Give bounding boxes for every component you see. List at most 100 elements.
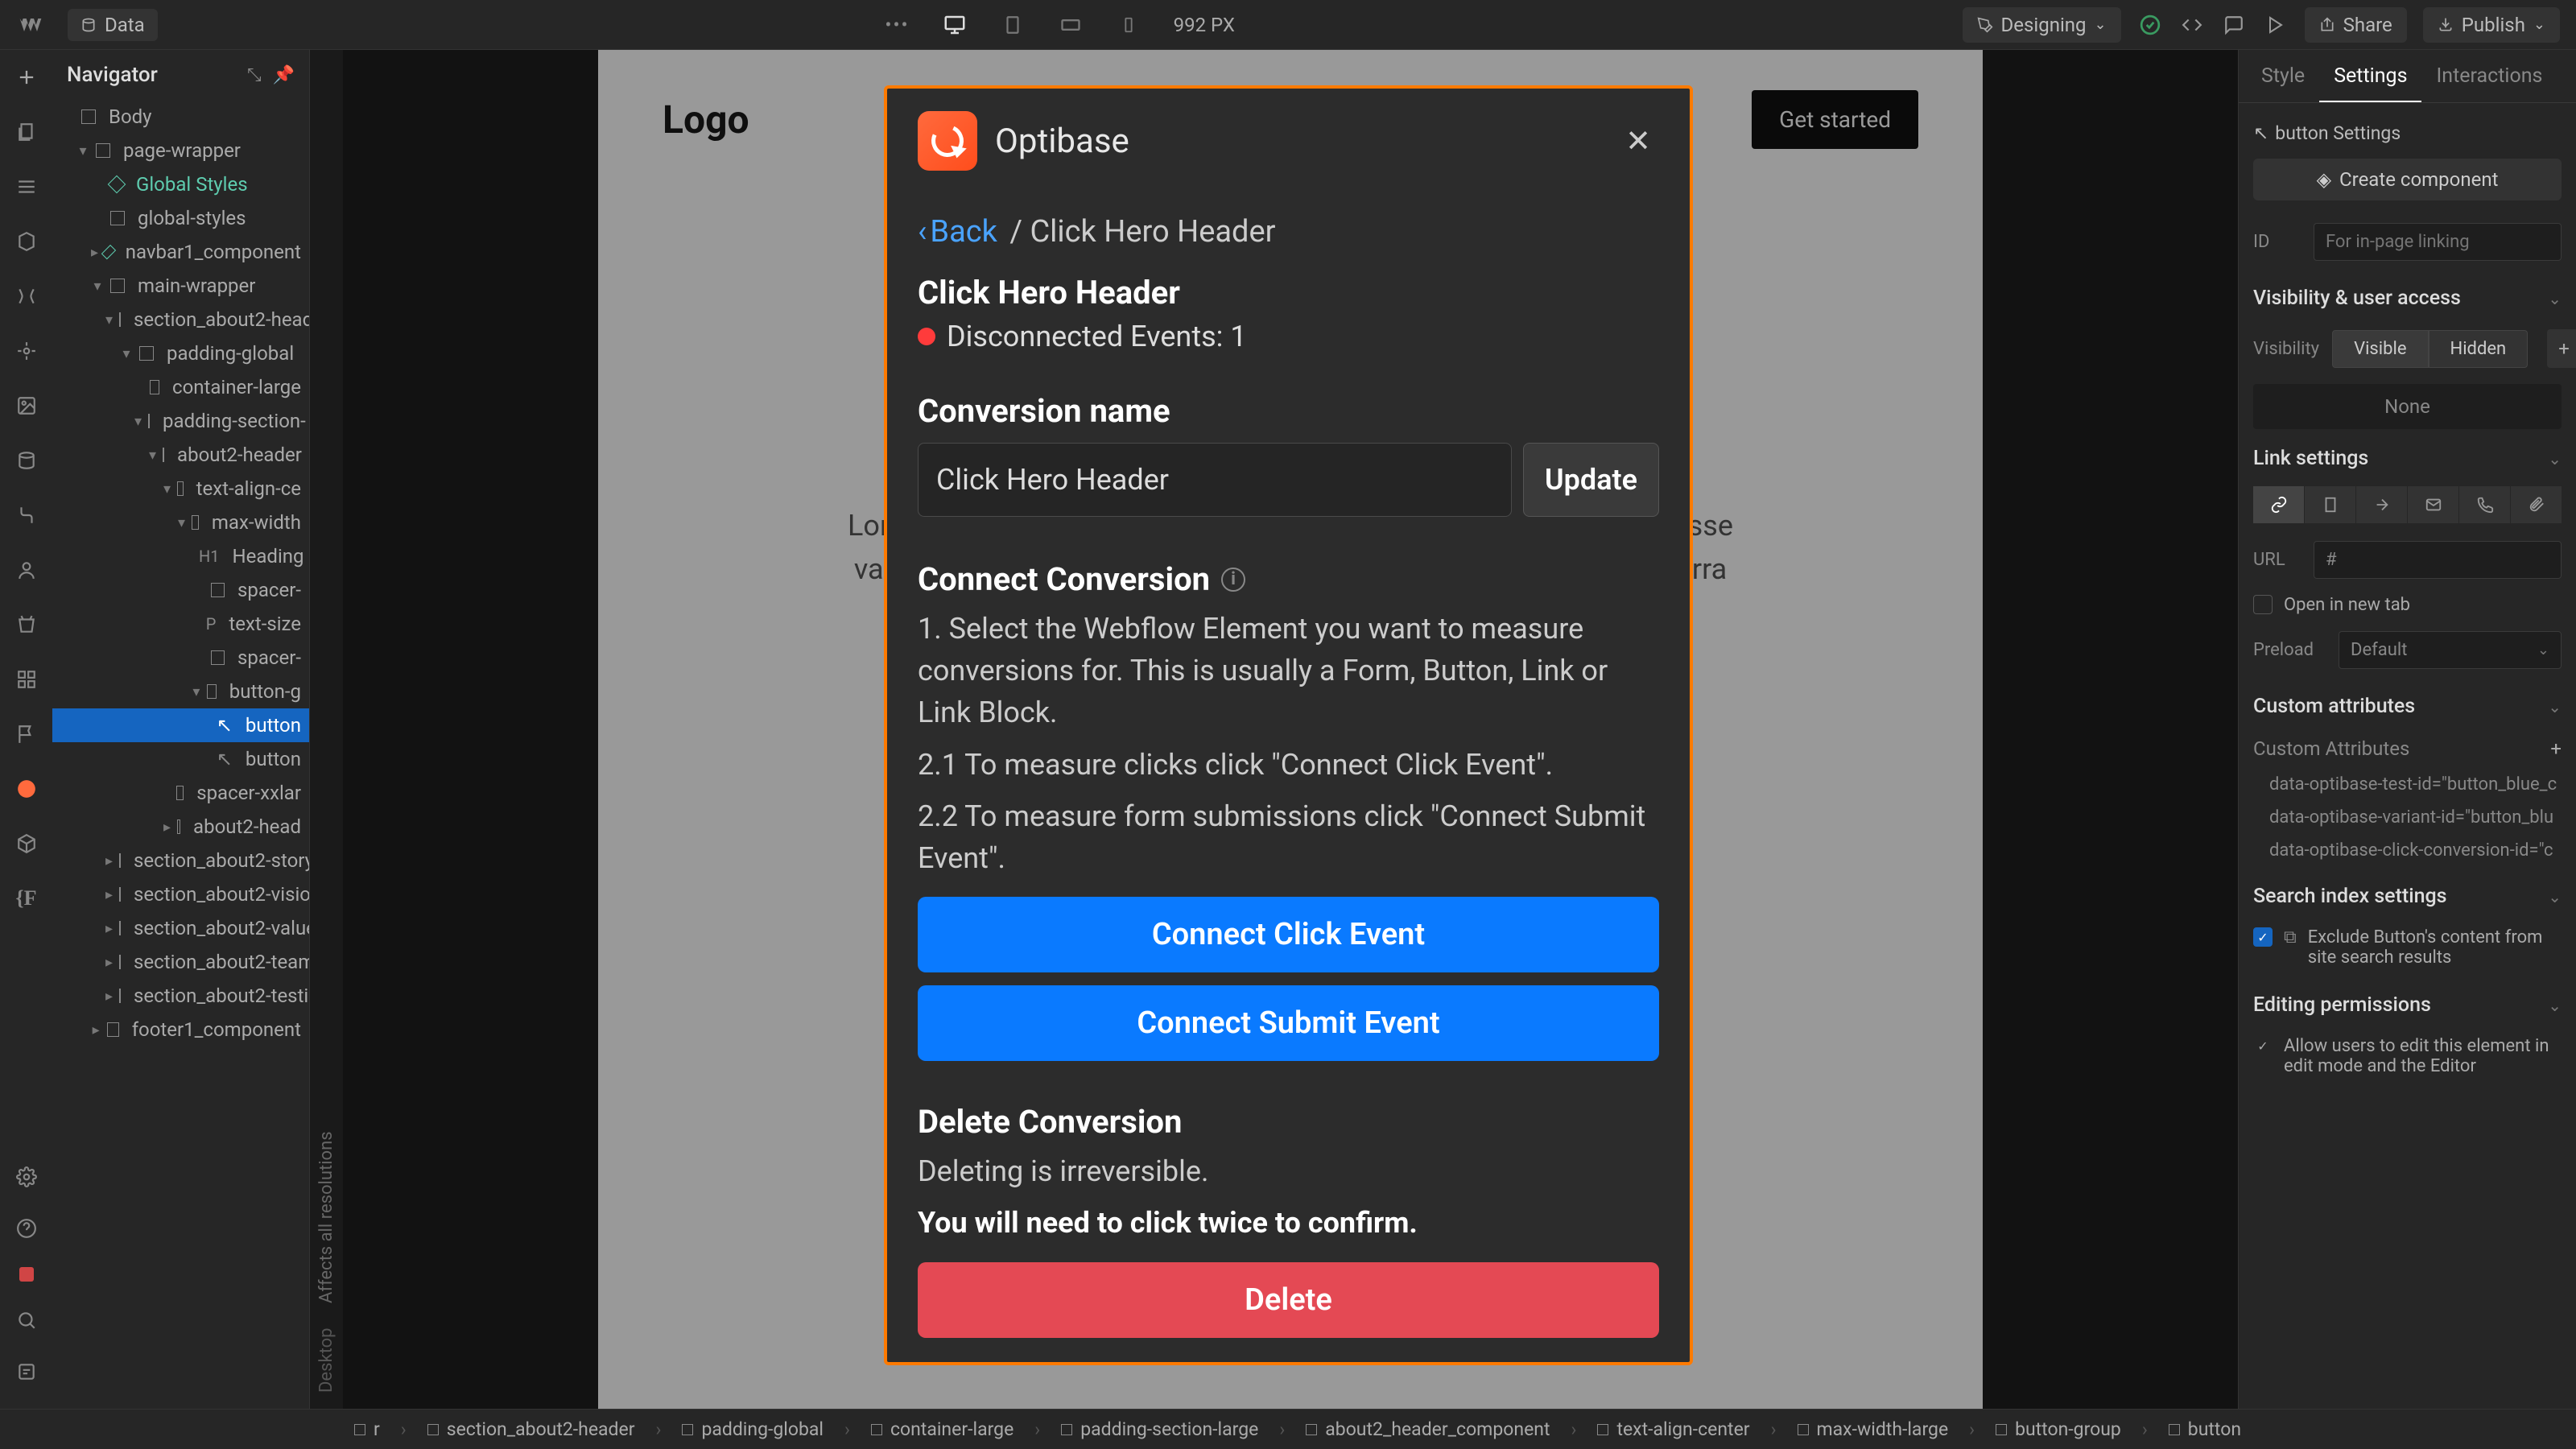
code-icon[interactable] bbox=[2179, 12, 2205, 38]
pages-icon[interactable] bbox=[14, 119, 39, 145]
webflow-logo-icon[interactable] bbox=[16, 10, 45, 39]
conversion-name-input[interactable] bbox=[918, 443, 1512, 517]
breadcrumb-item[interactable]: button-group bbox=[1996, 1418, 2121, 1440]
variables-icon[interactable] bbox=[14, 283, 39, 309]
back-link[interactable]: ‹ Back bbox=[918, 214, 997, 250]
cms-icon[interactable] bbox=[14, 448, 39, 473]
navigator-item[interactable]: ▸about2-head bbox=[52, 810, 309, 844]
navigator-item[interactable]: ▸section_about2-testimo bbox=[52, 979, 309, 1013]
designing-button[interactable]: Designing ⌄ bbox=[1963, 7, 2121, 43]
cube-icon[interactable] bbox=[14, 831, 39, 857]
desktop-viewport-icon[interactable] bbox=[942, 12, 968, 38]
navigator-item[interactable]: spacer- bbox=[52, 641, 309, 675]
navigator-item[interactable]: spacer-xxlar bbox=[52, 776, 309, 810]
navigator-item[interactable]: ▸section_about2-values bbox=[52, 911, 309, 945]
breadcrumb-item[interactable]: text-align-center bbox=[1597, 1418, 1749, 1440]
tab-style[interactable]: Style bbox=[2247, 50, 2319, 102]
link-section-title[interactable]: Link settings⌄ bbox=[2253, 429, 2562, 481]
open-new-tab-checkbox[interactable]: Open in new tab bbox=[2253, 587, 2562, 623]
components-icon[interactable] bbox=[14, 229, 39, 254]
id-input[interactable] bbox=[2314, 223, 2562, 261]
navigator-item[interactable]: ▸section_about2-story bbox=[52, 844, 309, 877]
preview-icon[interactable] bbox=[2263, 12, 2289, 38]
navigator-item[interactable]: ▾text-align-ce bbox=[52, 472, 309, 506]
connect-click-button[interactable]: Connect Click Event bbox=[918, 897, 1659, 972]
ecommerce-icon[interactable] bbox=[14, 612, 39, 638]
navigator-item[interactable]: spacer- bbox=[52, 573, 309, 607]
editing-section-title[interactable]: Editing permissions⌄ bbox=[2253, 976, 2562, 1028]
navigator-item[interactable]: ▾main-wrapper bbox=[52, 269, 309, 303]
tablet-viewport-icon[interactable] bbox=[1000, 12, 1026, 38]
create-component-button[interactable]: ◈ Create component bbox=[2253, 159, 2562, 200]
optibase-app-icon[interactable] bbox=[14, 776, 39, 802]
custom-attribute-row[interactable]: data-optibase-variant-id="button_blu bbox=[2253, 801, 2562, 834]
navigator-item[interactable]: ▾page-wrapper bbox=[52, 134, 309, 167]
check-status-icon[interactable] bbox=[2137, 12, 2163, 38]
viewport-size[interactable]: 992 PX bbox=[1174, 14, 1235, 36]
navigator-item[interactable]: ▾about2-header bbox=[52, 438, 309, 472]
navigator-item[interactable]: ↖button bbox=[52, 708, 309, 742]
breadcrumb-item[interactable]: about2_header_component bbox=[1306, 1418, 1550, 1440]
custom-attribute-row[interactable]: data-optibase-click-conversion-id="c bbox=[2253, 834, 2562, 867]
navigator-item[interactable]: Body bbox=[52, 100, 309, 134]
custom-attr-section-title[interactable]: Custom attributes⌄ bbox=[2253, 677, 2562, 729]
connect-submit-button[interactable]: Connect Submit Event bbox=[918, 985, 1659, 1061]
breadcrumb-item[interactable]: max-width-large bbox=[1798, 1418, 1949, 1440]
navigator-item[interactable]: ▸footer1_component bbox=[52, 1013, 309, 1046]
preload-select[interactable]: Default⌄ bbox=[2339, 631, 2562, 669]
tab-settings[interactable]: Settings bbox=[2319, 50, 2421, 102]
hidden-toggle[interactable]: Hidden bbox=[2429, 330, 2529, 368]
landscape-viewport-icon[interactable] bbox=[1058, 12, 1084, 38]
navigator-item[interactable]: ▾section_about2-header bbox=[52, 303, 309, 336]
pin-icon[interactable]: 📌 bbox=[273, 65, 295, 85]
navigator-tree[interactable]: Body▾page-wrapperGlobal Stylesglobal-sty… bbox=[52, 100, 309, 1409]
video-tutorial-icon[interactable] bbox=[19, 1267, 34, 1282]
breadcrumb-item[interactable]: button bbox=[2169, 1418, 2241, 1440]
navigator-item[interactable]: ▾button-g bbox=[52, 675, 309, 708]
info-icon[interactable]: i bbox=[1221, 568, 1245, 592]
navigator-item[interactable]: ▾padding-section- bbox=[52, 404, 309, 438]
navigator-item[interactable]: Ptext-size bbox=[52, 607, 309, 641]
breadcrumb-item[interactable]: padding-global bbox=[682, 1418, 824, 1440]
editing-allow-checkbox[interactable]: ✓ Allow users to edit this element in ed… bbox=[2253, 1028, 2562, 1084]
data-button[interactable]: Data bbox=[68, 9, 158, 41]
custom-attribute-row[interactable]: data-optibase-test-id="button_blue_c bbox=[2253, 768, 2562, 801]
breadcrumb-item[interactable]: padding-section-large bbox=[1061, 1418, 1258, 1440]
mobile-viewport-icon[interactable] bbox=[1116, 12, 1141, 38]
styles-icon[interactable] bbox=[14, 338, 39, 364]
breadcrumb-item[interactable]: r bbox=[354, 1418, 380, 1440]
breadcrumb-item[interactable]: section_about2-header bbox=[427, 1418, 635, 1440]
update-button[interactable]: Update bbox=[1523, 443, 1659, 517]
navigator-item[interactable]: H1Heading bbox=[52, 539, 309, 573]
link-section-tab[interactable] bbox=[2356, 486, 2408, 523]
apps-icon[interactable] bbox=[14, 667, 39, 692]
add-attr-icon[interactable]: + bbox=[2550, 737, 2562, 760]
logic-icon[interactable] bbox=[14, 502, 39, 528]
navigator-item[interactable]: ▾max-width bbox=[52, 506, 309, 539]
bottom-breadcrumb[interactable]: r›section_about2-header›padding-global›c… bbox=[0, 1409, 2576, 1449]
breadcrumb-item[interactable]: container-large bbox=[871, 1418, 1013, 1440]
tab-interactions[interactable]: Interactions bbox=[2421, 50, 2557, 102]
navigator-item[interactable]: global-styles bbox=[52, 201, 309, 235]
navigator-item[interactable]: container-large bbox=[52, 370, 309, 404]
audit-icon[interactable] bbox=[14, 1359, 39, 1385]
search-exclude-checkbox[interactable]: ✓ ⧉ Exclude Button's content from site s… bbox=[2253, 919, 2562, 976]
add-visibility-condition[interactable]: + bbox=[2547, 329, 2576, 368]
visibility-section-title[interactable]: Visibility & user access⌄ bbox=[2253, 269, 2562, 321]
font-icon[interactable]: {F bbox=[14, 886, 39, 911]
link-phone-tab[interactable] bbox=[2459, 486, 2511, 523]
help-icon[interactable] bbox=[14, 1216, 39, 1241]
search-icon[interactable] bbox=[14, 1307, 39, 1333]
navigator-item[interactable]: ↖button bbox=[52, 742, 309, 776]
navigator-item[interactable]: ▸navbar1_component bbox=[52, 235, 309, 269]
visible-toggle[interactable]: Visible bbox=[2332, 330, 2428, 368]
collapse-icon[interactable]: ⤡ bbox=[247, 65, 262, 85]
assets-icon[interactable] bbox=[14, 393, 39, 419]
navigator-icon[interactable] bbox=[14, 174, 39, 200]
users-icon[interactable] bbox=[14, 557, 39, 583]
flag-icon[interactable] bbox=[14, 721, 39, 747]
add-icon[interactable] bbox=[14, 64, 39, 90]
link-email-tab[interactable] bbox=[2408, 486, 2459, 523]
link-file-tab[interactable] bbox=[2511, 486, 2562, 523]
navigator-item[interactable]: Global Styles bbox=[52, 167, 309, 201]
